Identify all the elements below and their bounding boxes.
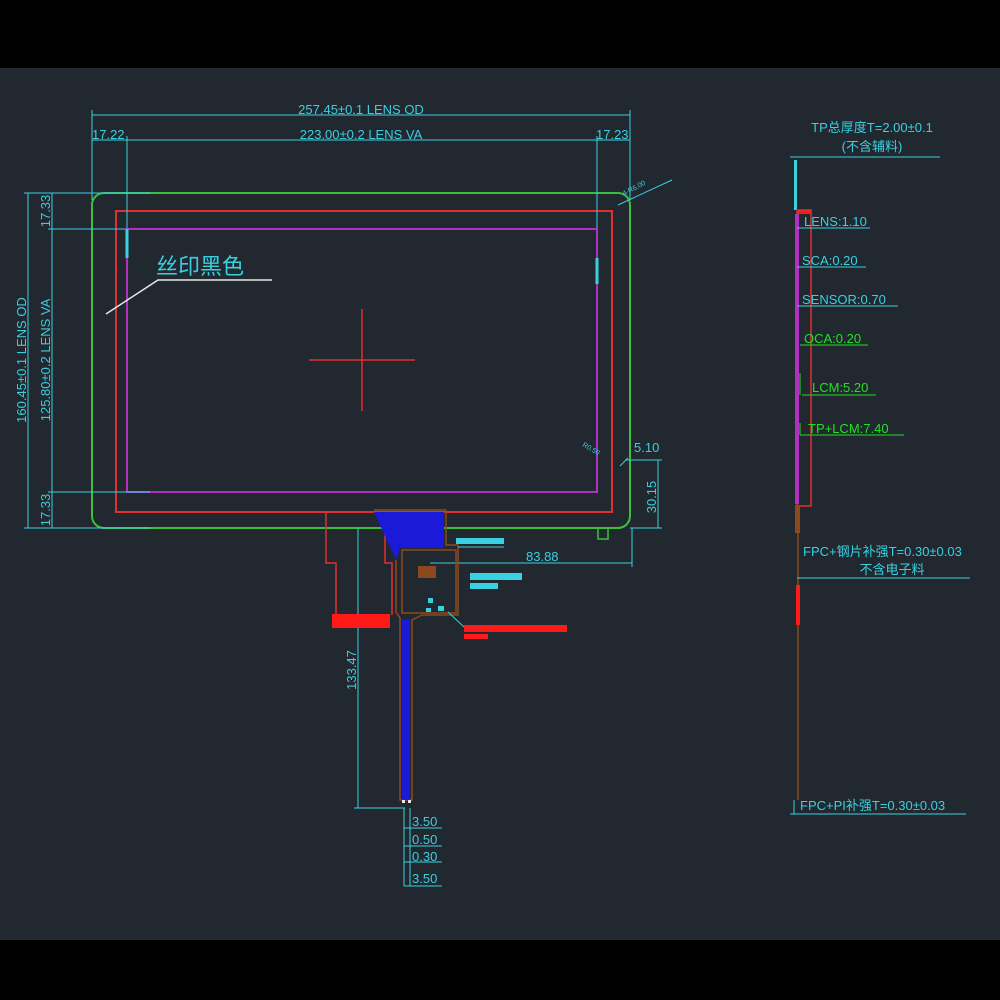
dim-margin-right: 17.23: [596, 127, 629, 142]
dim-margin-bottom: 17.33: [38, 494, 53, 527]
stack-sensor-label: SENSOR:0.70: [802, 292, 886, 307]
dim-fpc-offset: 83.88: [526, 549, 559, 564]
dim-offset-30-15: 30.15: [644, 481, 659, 514]
stack-total-note: (不含辅料): [842, 139, 903, 154]
dim-lens-od-width: 257.45±0.1 LENS OD: [298, 102, 424, 117]
stack-oca: OCA:0.20: [804, 331, 861, 346]
dim-pin-4: 3.50: [412, 871, 437, 886]
dim-margin-left: 17.22: [92, 127, 125, 142]
stack-fpc-steel-note: 不含电子料: [859, 562, 924, 577]
dim-lens-od-height: 160.45±0.1 LENS OD: [14, 297, 29, 423]
stack-lens: LENS:1.10: [804, 214, 867, 229]
dim-pin-3: 0.30: [412, 849, 437, 864]
dim-fpc-length: 133.47: [344, 650, 359, 690]
stack-sca: SCA:0.20: [802, 253, 858, 268]
dim-pin-2: 0.50: [412, 832, 437, 847]
stack-tp-lcm: TP+LCM:7.40: [808, 421, 889, 436]
dim-offset-5-10: 5.10: [634, 440, 659, 455]
silkscreen-label: 丝印黑色: [156, 255, 244, 280]
stack-total-thickness: TP总厚度T=2.00±0.1: [811, 120, 933, 135]
stiffener-red: [332, 614, 390, 628]
cad-drawing: 257.45±0.1 LENS OD 223.00±0.2 LENS VA 17…: [0, 0, 1000, 1000]
dim-pin-1: 3.50: [412, 814, 437, 829]
ic-chip: [418, 566, 436, 578]
stack-lcm: LCM:5.20: [812, 380, 868, 395]
dim-lens-va-width: 223.00±0.2 LENS VA: [300, 127, 423, 142]
stack-fpc-pi: FPC+PI补强T=0.30±0.03: [800, 798, 945, 813]
stack-fpc-steel: FPC+钢片补强T=0.30±0.03: [803, 544, 962, 559]
dim-margin-top: 17.33: [38, 195, 53, 228]
stack-sensor: [795, 214, 799, 504]
dim-lens-va-height: 125.80±0.2 LENS VA: [38, 298, 53, 421]
fpc-trace: [402, 620, 410, 800]
